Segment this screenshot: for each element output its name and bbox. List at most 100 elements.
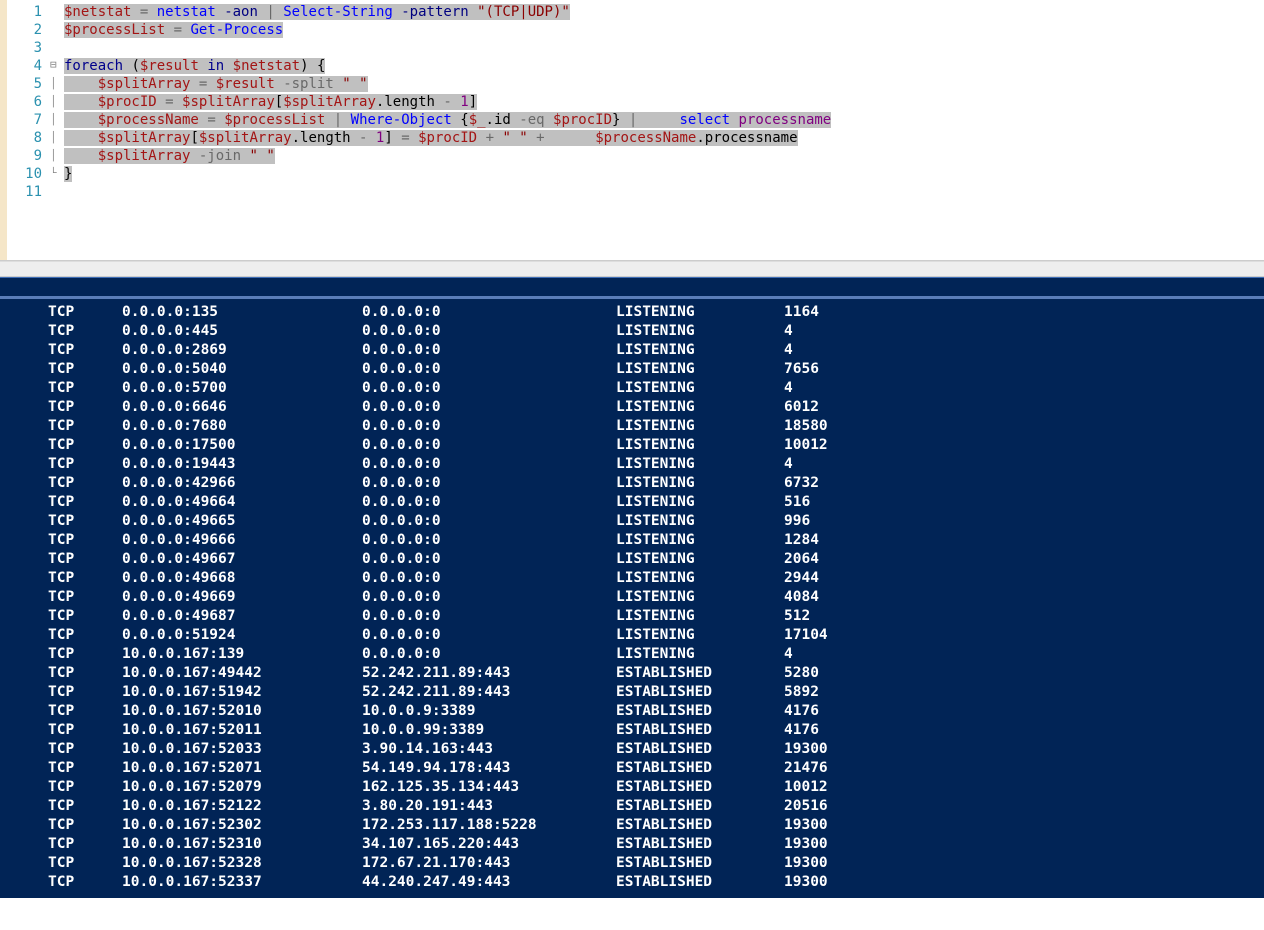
code-line[interactable]: $splitArray = $result -split " " — [64, 75, 1264, 93]
col-foreign-address: 3.80.20.191:443 — [362, 797, 616, 816]
col-protocol: TCP — [48, 835, 122, 854]
code-line[interactable]: $netstat = netstat -aon | Select-String … — [64, 3, 1264, 21]
code-token: select — [680, 112, 731, 128]
code-token: netstat — [157, 4, 216, 20]
col-pid: 512 — [784, 607, 810, 626]
netstat-row[interactable]: TCP0.0.0.0:496680.0.0.0:0LISTENING2944 — [0, 569, 1264, 588]
col-pid: 4 — [784, 645, 793, 664]
code-line[interactable] — [64, 183, 1264, 201]
netstat-row[interactable]: TCP0.0.0.0:496650.0.0.0:0LISTENING996 — [0, 512, 1264, 531]
col-protocol: TCP — [48, 740, 122, 759]
col-local-address: 10.0.0.167:139 — [122, 645, 362, 664]
col-state: LISTENING — [616, 607, 784, 626]
col-protocol: TCP — [48, 664, 122, 683]
code-token — [216, 112, 224, 128]
code-line[interactable]: $splitArray -join " " — [64, 147, 1264, 165]
code-token: Select-String — [283, 4, 393, 20]
col-protocol: TCP — [48, 303, 122, 322]
code-token — [477, 130, 485, 146]
col-state: ESTABLISHED — [616, 816, 784, 835]
col-foreign-address: 0.0.0.0:0 — [362, 626, 616, 645]
netstat-row[interactable]: TCP0.0.0.0:496660.0.0.0:0LISTENING1284 — [0, 531, 1264, 550]
line-number: 5 — [7, 75, 42, 93]
line-number: 2 — [7, 21, 42, 39]
fold-guide: │ — [50, 93, 64, 111]
netstat-row[interactable]: TCP0.0.0.0:496690.0.0.0:0LISTENING4084 — [0, 588, 1264, 607]
code-token: " " — [249, 148, 274, 164]
col-local-address: 0.0.0.0:135 — [122, 303, 362, 322]
netstat-row[interactable]: TCP0.0.0.0:175000.0.0.0:0LISTENING10012 — [0, 436, 1264, 455]
col-foreign-address: 0.0.0.0:0 — [362, 303, 616, 322]
code-line[interactable]: foreach ($result in $netstat) { — [64, 57, 1264, 75]
netstat-row[interactable]: TCP0.0.0.0:4450.0.0.0:0LISTENING4 — [0, 322, 1264, 341]
netstat-row[interactable]: TCP0.0.0.0:429660.0.0.0:0LISTENING6732 — [0, 474, 1264, 493]
editor-margin — [0, 0, 7, 260]
fold-gutter[interactable]: ⊟│││││└ — [50, 0, 64, 260]
code-token — [131, 4, 139, 20]
code-token: $processList — [64, 22, 165, 38]
netstat-row[interactable]: TCP0.0.0.0:194430.0.0.0:0LISTENING4 — [0, 455, 1264, 474]
col-protocol: TCP — [48, 626, 122, 645]
code-line[interactable] — [64, 39, 1264, 57]
netstat-row[interactable]: TCP10.0.0.167:1390.0.0.0:0LISTENING4 — [0, 645, 1264, 664]
netstat-row[interactable]: TCP10.0.0.167:520333.90.14.163:443ESTABL… — [0, 740, 1264, 759]
code-token: [ — [275, 94, 283, 110]
code-editor[interactable]: $netstat = netstat -aon | Select-String … — [64, 0, 1264, 260]
col-local-address: 0.0.0.0:49667 — [122, 550, 362, 569]
netstat-row[interactable]: TCP0.0.0.0:66460.0.0.0:0LISTENING6012 — [0, 398, 1264, 417]
netstat-row[interactable]: TCP0.0.0.0:76800.0.0.0:0LISTENING18580 — [0, 417, 1264, 436]
code-token: $procID — [98, 94, 157, 110]
col-pid: 17104 — [784, 626, 828, 645]
col-local-address: 0.0.0.0:42966 — [122, 474, 362, 493]
netstat-row[interactable]: TCP10.0.0.167:5194252.242.211.89:443ESTA… — [0, 683, 1264, 702]
netstat-row[interactable]: TCP10.0.0.167:5231034.107.165.220:443EST… — [0, 835, 1264, 854]
code-line[interactable]: $processName = $processList | Where-Obje… — [64, 111, 1264, 129]
console-output-pane[interactable]: TCP0.0.0.0:1350.0.0.0:0LISTENING1164TCP0… — [0, 299, 1264, 898]
splitter[interactable] — [0, 261, 1264, 277]
netstat-row[interactable]: TCP10.0.0.167:4944252.242.211.89:443ESTA… — [0, 664, 1264, 683]
code-token — [190, 148, 198, 164]
netstat-row[interactable]: TCP10.0.0.167:52328172.67.21.170:443ESTA… — [0, 854, 1264, 873]
code-token — [367, 130, 375, 146]
code-line[interactable]: $processList = Get-Process — [64, 21, 1264, 39]
col-state: ESTABLISHED — [616, 778, 784, 797]
netstat-row[interactable]: TCP10.0.0.167:5201010.0.0.9:3389ESTABLIS… — [0, 702, 1264, 721]
fold-collapse-icon[interactable]: ⊟ — [50, 57, 64, 75]
code-token — [157, 94, 165, 110]
code-line[interactable]: } — [64, 165, 1264, 183]
code-token: $splitArray — [182, 94, 275, 110]
netstat-row[interactable]: TCP10.0.0.167:5207154.149.94.178:443ESTA… — [0, 759, 1264, 778]
code-token — [148, 4, 156, 20]
netstat-row[interactable]: TCP0.0.0.0:496640.0.0.0:0LISTENING516 — [0, 493, 1264, 512]
code-token: processname — [705, 130, 798, 146]
netstat-row[interactable]: TCP0.0.0.0:57000.0.0.0:0LISTENING4 — [0, 379, 1264, 398]
col-local-address: 10.0.0.167:52302 — [122, 816, 362, 835]
col-protocol: TCP — [48, 379, 122, 398]
netstat-row[interactable]: TCP10.0.0.167:5233744.240.247.49:443ESTA… — [0, 873, 1264, 892]
script-editor-pane[interactable]: 1234567891011 ⊟│││││└ $netstat = netstat… — [0, 0, 1264, 261]
code-line[interactable]: $splitArray[$splitArray.length - 1] = $p… — [64, 129, 1264, 147]
col-pid: 19300 — [784, 740, 828, 759]
netstat-row[interactable]: TCP0.0.0.0:496870.0.0.0:0LISTENING512 — [0, 607, 1264, 626]
netstat-row[interactable]: TCP10.0.0.167:521223.80.20.191:443ESTABL… — [0, 797, 1264, 816]
code-token: "(TCP|UDP)" — [477, 4, 570, 20]
line-number: 9 — [7, 147, 42, 165]
col-foreign-address: 0.0.0.0:0 — [362, 360, 616, 379]
netstat-row[interactable]: TCP0.0.0.0:1350.0.0.0:0LISTENING1164 — [0, 303, 1264, 322]
netstat-row[interactable]: TCP10.0.0.167:52079162.125.35.134:443EST… — [0, 778, 1264, 797]
netstat-row[interactable]: TCP0.0.0.0:519240.0.0.0:0LISTENING17104 — [0, 626, 1264, 645]
code-token — [334, 76, 342, 92]
col-state: LISTENING — [616, 512, 784, 531]
netstat-row[interactable]: TCP0.0.0.0:50400.0.0.0:0LISTENING7656 — [0, 360, 1264, 379]
col-pid: 18580 — [784, 417, 828, 436]
netstat-row[interactable]: TCP0.0.0.0:28690.0.0.0:0LISTENING4 — [0, 341, 1264, 360]
line-number: 7 — [7, 111, 42, 129]
code-token — [64, 112, 98, 128]
netstat-row[interactable]: TCP10.0.0.167:52302172.253.117.188:5228E… — [0, 816, 1264, 835]
code-line[interactable]: $procID = $splitArray[$splitArray.length… — [64, 93, 1264, 111]
netstat-row[interactable]: TCP0.0.0.0:496670.0.0.0:0LISTENING2064 — [0, 550, 1264, 569]
col-pid: 4 — [784, 322, 793, 341]
col-state: ESTABLISHED — [616, 683, 784, 702]
code-token — [452, 112, 460, 128]
netstat-row[interactable]: TCP10.0.0.167:5201110.0.0.99:3389ESTABLI… — [0, 721, 1264, 740]
